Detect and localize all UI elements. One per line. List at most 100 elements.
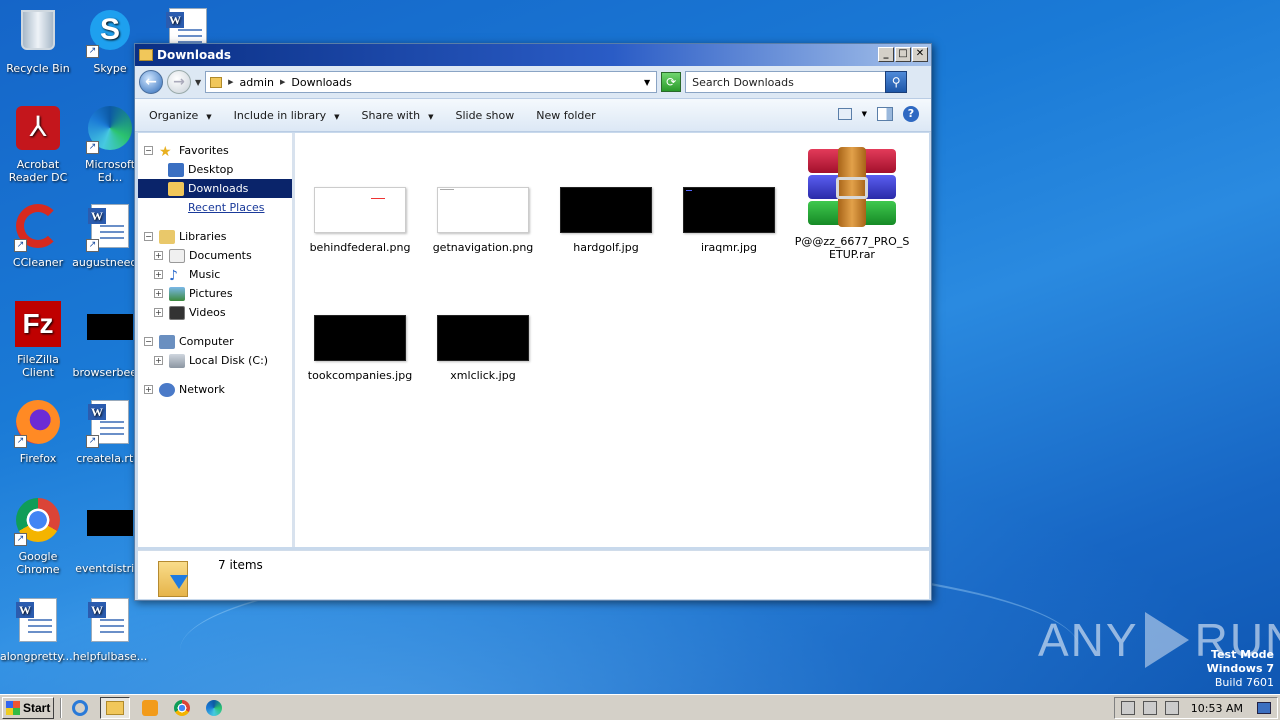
file-name: P@@zz_6677_PRO_SETUP.rar — [794, 235, 910, 261]
expand-icon[interactable]: + — [154, 356, 163, 365]
include-in-library-menu[interactable]: Include in library ▼ — [234, 109, 350, 122]
star-icon: ★ — [159, 143, 172, 160]
computer-icon — [159, 334, 175, 349]
explorer-window[interactable]: Downloads _ □ ✕ ← → ▼ ▶ admin ▶ Download… — [134, 43, 932, 601]
desktop-icon-recycle-bin[interactable]: Recycle Bin — [0, 6, 76, 75]
file-item[interactable]: xmlclick.jpg — [423, 315, 543, 382]
taskbar-edge[interactable] — [202, 697, 226, 719]
search-placeholder: Search Downloads — [692, 75, 794, 89]
flag-icon[interactable] — [1164, 701, 1179, 715]
file-item[interactable]: hardgolf.jpg — [546, 187, 666, 254]
taskbar-chrome[interactable] — [170, 697, 194, 719]
nav-favorites[interactable]: − ★ Favorites — [138, 141, 292, 160]
videos-icon — [169, 305, 185, 320]
chevron-right-icon[interactable]: ▶ — [228, 78, 233, 86]
desktop-icon-label: FileZilla Client — [17, 353, 59, 379]
title-bar[interactable]: Downloads _ □ ✕ — [135, 44, 931, 66]
search-icon[interactable]: ⚲ — [885, 71, 908, 93]
nav-pictures[interactable]: + Pictures — [138, 284, 292, 303]
show-desktop-icon[interactable] — [1257, 702, 1271, 714]
address-dropdown[interactable]: ▼ — [644, 78, 650, 87]
nav-network[interactable]: + Network — [138, 380, 292, 399]
file-name: behindfederal.png — [309, 241, 411, 254]
file-item[interactable]: behindfederal.png — [300, 187, 420, 254]
close-button[interactable]: ✕ — [912, 47, 928, 62]
chevron-right-icon[interactable]: ▶ — [280, 78, 285, 86]
chevron-down-icon[interactable]: ▼ — [862, 110, 867, 118]
desktop-icon-acrobat[interactable]: ⅄ Acrobat Reader DC — [0, 104, 76, 184]
file-item[interactable]: P@@zz_6677_PRO_SETUP.rar — [792, 147, 912, 261]
collapse-icon[interactable]: − — [144, 232, 153, 241]
address-bar[interactable]: ▶ admin ▶ Downloads ▼ — [205, 71, 658, 93]
desktop-icon-chrome[interactable]: ↗ Google Chrome — [0, 496, 76, 576]
search-input[interactable]: Search Downloads ⚲ — [685, 71, 908, 93]
expand-icon[interactable]: + — [154, 308, 163, 317]
clock[interactable]: 10:53 AM — [1191, 702, 1243, 715]
expand-icon[interactable]: + — [154, 289, 163, 298]
image-thumbnail — [683, 187, 775, 233]
nav-desktop[interactable]: Desktop — [138, 160, 292, 179]
nav-videos[interactable]: + Videos — [138, 303, 292, 322]
file-item[interactable]: getnavigation.png — [423, 187, 543, 254]
nav-recent-places[interactable]: Recent Places — [138, 198, 292, 217]
nav-music[interactable]: + ♪ Music — [138, 265, 292, 284]
forward-button[interactable]: → — [167, 70, 191, 94]
minimize-button[interactable]: _ — [878, 47, 894, 62]
nav-documents[interactable]: + Documents — [138, 246, 292, 265]
music-icon: ♪ — [169, 267, 178, 284]
nav-libraries[interactable]: − Libraries — [138, 227, 292, 246]
file-name: xmlclick.jpg — [450, 369, 516, 382]
recent-pages-dropdown[interactable]: ▼ — [195, 78, 201, 87]
recycle-bin-icon — [21, 10, 55, 50]
explorer-body: − ★ Favorites Desktop Downloads Recent P… — [138, 133, 929, 547]
chevron-down-icon: ▼ — [428, 112, 434, 121]
collapse-icon[interactable]: − — [144, 146, 153, 155]
desktop-icon-filezilla[interactable]: Fz FileZilla Client — [0, 300, 76, 379]
start-button[interactable]: Start — [2, 696, 54, 719]
taskbar-explorer[interactable] — [100, 696, 130, 719]
image-thumbnail — [437, 187, 529, 233]
nav-computer[interactable]: − Computer — [138, 332, 292, 351]
file-item[interactable]: iraqmr.jpg — [669, 187, 789, 254]
shortcut-arrow-icon: ↗ — [86, 45, 99, 58]
nav-local-disk[interactable]: + Local Disk (C:) — [138, 351, 292, 370]
documents-icon — [169, 248, 185, 263]
change-view-icon[interactable] — [837, 108, 852, 120]
file-list[interactable]: behindfederal.png getnavigation.png hard… — [295, 133, 929, 547]
folder-icon — [106, 700, 124, 715]
window-title: Downloads — [157, 48, 232, 62]
breadcrumb-downloads[interactable]: Downloads — [291, 76, 351, 89]
new-folder-button[interactable]: New folder — [536, 109, 605, 122]
refresh-button[interactable]: ⟳ — [661, 72, 682, 92]
shortcut-arrow-icon: ↗ — [86, 141, 99, 154]
help-icon[interactable]: ? — [903, 106, 919, 122]
share-with-menu[interactable]: Share with ▼ — [362, 109, 444, 122]
taskbar-media-player[interactable] — [138, 697, 162, 719]
slide-show-button[interactable]: Slide show — [455, 109, 524, 122]
desktop-icon-label: Recycle Bin — [6, 62, 70, 75]
taskbar-internet-explorer[interactable] — [68, 697, 92, 719]
collapse-icon[interactable]: − — [144, 337, 153, 346]
maximize-button[interactable]: □ — [895, 47, 911, 62]
file-item[interactable]: tookcompanies.jpg — [300, 315, 420, 382]
filezilla-icon: Fz — [15, 301, 61, 347]
desktop-icon-label: CCleaner — [12, 256, 64, 269]
preview-pane-icon[interactable] — [877, 107, 893, 121]
winrar-archive-icon — [806, 147, 898, 229]
desktop-icon-alongpretty[interactable]: W alongpretty.... — [0, 596, 76, 663]
expand-icon[interactable]: + — [154, 251, 163, 260]
expand-icon[interactable]: + — [154, 270, 163, 279]
organize-menu[interactable]: Organize ▼ — [149, 109, 222, 122]
desktop-icon-label: Acrobat Reader DC — [8, 158, 68, 184]
volume-icon[interactable] — [1120, 701, 1135, 715]
desktop-icon-ccleaner[interactable]: ↗ CCleaner — [0, 202, 76, 269]
network-tray-icon[interactable] — [1142, 701, 1157, 715]
chrome-icon — [174, 699, 190, 716]
nav-downloads[interactable]: Downloads — [138, 179, 292, 198]
expand-icon[interactable]: + — [144, 385, 153, 394]
desktop-icon — [168, 162, 184, 177]
back-button[interactable]: ← — [139, 70, 163, 94]
desktop-icon-helpfulbase[interactable]: W helpfulbase... — [72, 596, 148, 663]
desktop-icon-firefox[interactable]: ↗ Firefox — [0, 398, 76, 465]
breadcrumb-admin[interactable]: admin — [240, 76, 274, 89]
